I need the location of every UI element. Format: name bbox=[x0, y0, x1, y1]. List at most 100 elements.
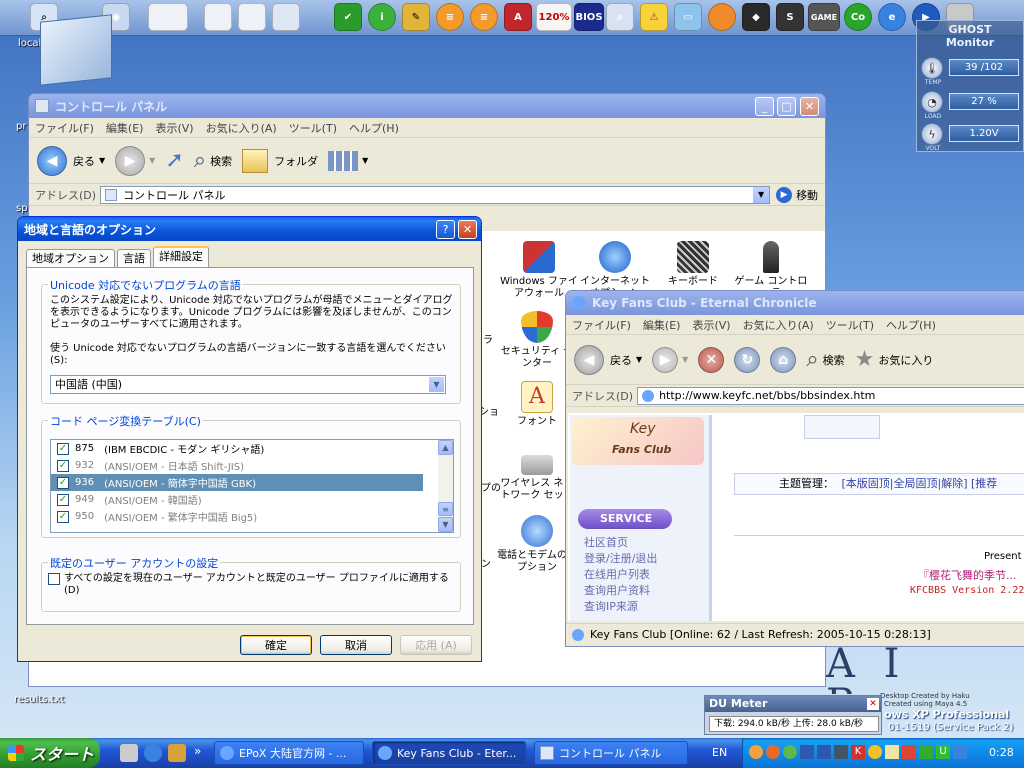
help-button[interactable]: ? bbox=[436, 220, 455, 239]
menu-file[interactable]: ファイル(F) bbox=[35, 120, 94, 136]
checkbox-checked[interactable]: ✓ bbox=[57, 459, 69, 472]
task-keyfansclub[interactable]: Key Fans Club - Eter... bbox=[372, 741, 526, 765]
codepage-list[interactable]: ✓ 875 (IBM EBCDIC - モダン ギリシャ語) ✓ 932 (ANSI/OE… bbox=[50, 439, 454, 533]
checkbox-checked[interactable]: ✓ bbox=[57, 493, 69, 506]
admin-links[interactable]: [本版固顶|全局固顶|解除] [推荐 bbox=[842, 477, 998, 490]
search-button[interactable]: ⌕ 検索 bbox=[194, 148, 232, 173]
address-input[interactable]: コントロール パネル ▼ bbox=[100, 185, 771, 204]
menu-edit[interactable]: 編集(E) bbox=[643, 317, 681, 333]
codepage-row[interactable]: ✓ 950 (ANSI/OEM - 繁体字中国語 Big5) bbox=[51, 508, 423, 525]
dialog-close-button[interactable]: ✕ bbox=[458, 220, 477, 239]
start-button[interactable]: スタート bbox=[0, 738, 100, 768]
checkmark-icon[interactable]: ✔ bbox=[334, 3, 362, 31]
co-icon[interactable]: Co bbox=[844, 3, 872, 31]
tray-display-icon[interactable] bbox=[834, 745, 848, 759]
browser-search-button[interactable]: ⌕ 検索 bbox=[806, 347, 844, 372]
regional-options-dialog[interactable]: 地域と言語のオプション ? ✕ 地域オプション 言語 詳細設定 Unicode … bbox=[17, 216, 482, 662]
warning-icon[interactable]: ⚠ bbox=[640, 3, 668, 31]
maximize-button[interactable]: □ bbox=[777, 97, 796, 116]
nav-link-home[interactable]: 社区首页 bbox=[584, 535, 657, 551]
close-button[interactable]: ✕ bbox=[800, 97, 819, 116]
quicklaunch-fox-icon[interactable] bbox=[120, 744, 138, 762]
browser-back-button[interactable]: ◀ 戻る ▼ bbox=[574, 344, 642, 375]
stop-button[interactable]: ✕ bbox=[698, 346, 725, 373]
language-select[interactable]: 中国語 (中国) ▼ bbox=[50, 375, 446, 394]
refresh-button[interactable]: ↻ bbox=[734, 346, 761, 373]
go-button[interactable]: 移動 bbox=[796, 187, 818, 203]
monitor-icon[interactable]: ▭ bbox=[674, 3, 702, 31]
checkbox-unchecked[interactable] bbox=[48, 573, 60, 585]
forward-button[interactable]: ▶ ▼ bbox=[115, 145, 155, 176]
menu-favorites[interactable]: お気に入り(A) bbox=[206, 120, 277, 136]
computer-icon[interactable] bbox=[40, 14, 112, 86]
clock[interactable]: 0:28 bbox=[989, 746, 1014, 759]
menu-view[interactable]: 表示(V) bbox=[692, 317, 730, 333]
document2-icon[interactable] bbox=[238, 3, 266, 31]
menu-help[interactable]: ヘルプ(H) bbox=[349, 120, 399, 136]
dialog-titlebar[interactable]: 地域と言語のオプション bbox=[18, 217, 481, 241]
menu-tools[interactable]: ツール(T) bbox=[289, 120, 337, 136]
tray-firefox-icon[interactable] bbox=[766, 745, 780, 759]
codepage-row[interactable]: ✓ 936 (ANSI/OEM - 簡体字中国語 GBK) bbox=[51, 474, 423, 491]
tray-u-icon[interactable]: U bbox=[936, 745, 950, 759]
quicklaunch-more-icon[interactable]: » bbox=[194, 744, 201, 758]
graphics-icon[interactable]: ✎ bbox=[402, 3, 430, 31]
nav-link-login[interactable]: 登录/注册/退出 bbox=[584, 551, 657, 567]
game-icon[interactable]: GAME bbox=[808, 3, 840, 31]
ok-button[interactable]: 確定 bbox=[240, 635, 312, 655]
apply-to-default-checkbox[interactable]: すべての設定を現在のユーザー アカウントと既定のユーザー プロファイルに適用する… bbox=[48, 573, 452, 597]
present-title[interactable]: 『樱花飞舞的季节... bbox=[918, 567, 1017, 583]
tab-advanced[interactable]: 詳細設定 bbox=[153, 246, 209, 267]
tab-languages[interactable]: 言語 bbox=[117, 249, 151, 267]
language-indicator[interactable]: EN bbox=[712, 746, 727, 759]
du-meter-widget[interactable]: DU Meter ✕ 下载: 294.0 kB/秒 上传: 28.0 kB/秒 bbox=[704, 695, 882, 735]
go-arrow-icon[interactable]: ▶ bbox=[776, 186, 793, 203]
chevron-down-icon[interactable]: ▼ bbox=[429, 377, 444, 392]
desktop-icon-pr[interactable]: pr bbox=[16, 121, 26, 132]
up-folder-button[interactable]: ➚ bbox=[165, 148, 183, 173]
menu-view[interactable]: 表示(V) bbox=[155, 120, 193, 136]
ie-icon[interactable]: e bbox=[878, 3, 906, 31]
browser-forward-button[interactable]: ▶ ▼ bbox=[652, 346, 688, 373]
favorites-button[interactable]: ★ お気に入り bbox=[855, 347, 934, 372]
desktop-icon-results[interactable]: results.txt bbox=[14, 694, 64, 705]
home-button[interactable]: ⌂ bbox=[770, 346, 797, 373]
checkbox-checked[interactable]: ✓ bbox=[57, 442, 69, 455]
tray-volume-icon[interactable] bbox=[953, 745, 967, 759]
checkbox-checked[interactable]: ✓ bbox=[57, 510, 69, 523]
tray-network-icon[interactable] bbox=[800, 745, 814, 759]
minimize-button[interactable]: _ bbox=[755, 97, 774, 116]
nav-link-user-lookup[interactable]: 查询用户资料 bbox=[584, 583, 657, 599]
tab-regional-options[interactable]: 地域オプション bbox=[26, 249, 115, 267]
info-icon[interactable]: i bbox=[368, 3, 396, 31]
menu-circle2-icon[interactable]: ≡ bbox=[470, 3, 498, 31]
tray-chevron-icon[interactable] bbox=[749, 745, 763, 759]
nav-link-ip-lookup[interactable]: 查询IP来源 bbox=[584, 599, 657, 615]
menu-circle-icon[interactable]: ≡ bbox=[436, 3, 464, 31]
fox-icon[interactable]: ◆ bbox=[742, 3, 770, 31]
ghost-monitor-widget[interactable]: GHOST Monitor 🌡 39 /102 TEMP ◔ 27 % LOAD… bbox=[916, 20, 1024, 152]
tray-k-icon[interactable]: K bbox=[851, 745, 865, 759]
ati-icon[interactable]: A bbox=[504, 3, 532, 31]
quicklaunch-ie-icon[interactable] bbox=[144, 744, 162, 762]
task-control-panel[interactable]: コントロール パネル bbox=[534, 741, 688, 765]
cp-item-keyboard[interactable]: キーボード bbox=[653, 241, 733, 288]
cancel-button[interactable]: 取消 bbox=[320, 635, 392, 655]
desktop-icon-sp[interactable]: sp bbox=[16, 203, 28, 214]
browser-window[interactable]: Key Fans Club - Eternal Chronicle ファイル(F… bbox=[565, 290, 1024, 647]
codepage-row[interactable]: ✓ 875 (IBM EBCDIC - モダン ギリシャ語) bbox=[51, 440, 423, 457]
scroll-thumb[interactable]: ≡ bbox=[438, 502, 453, 516]
browser-titlebar[interactable]: Key Fans Club - Eternal Chronicle bbox=[566, 291, 1024, 315]
url-input[interactable]: http://www.keyfc.net/bbs/bbsindex.htm bbox=[637, 386, 1024, 405]
tray-red-icon[interactable] bbox=[902, 745, 916, 759]
tray-network2-icon[interactable] bbox=[817, 745, 831, 759]
document-icon[interactable] bbox=[204, 3, 232, 31]
menu-tools[interactable]: ツール(T) bbox=[826, 317, 874, 333]
folders-button[interactable]: フォルダ bbox=[242, 148, 318, 173]
quicklaunch-app-icon[interactable] bbox=[168, 744, 186, 762]
task-epox[interactable]: EPoX 大陆官方网 - ... bbox=[214, 741, 364, 765]
back-button[interactable]: ◀ 戻る ▼ bbox=[37, 145, 105, 176]
magnifier-tool-icon[interactable]: ⌕ bbox=[606, 3, 634, 31]
notepad-icon[interactable] bbox=[148, 3, 188, 31]
desktop-icon-local[interactable]: local bbox=[18, 38, 41, 49]
